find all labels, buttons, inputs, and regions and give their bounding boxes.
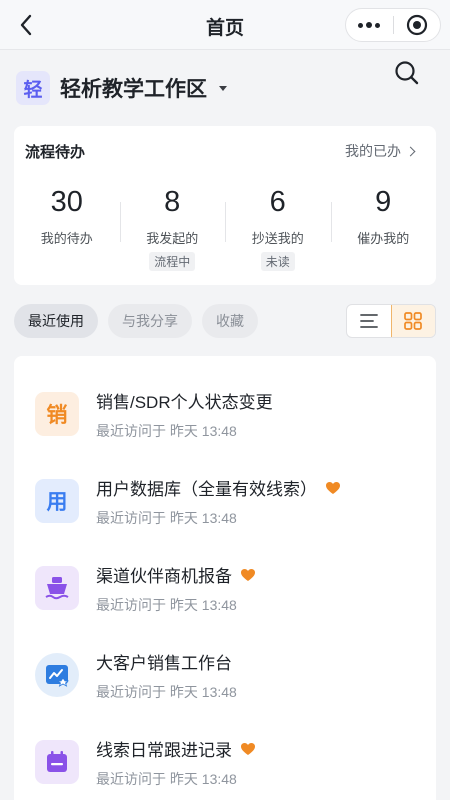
workspace-name: 轻析教学工作区	[60, 78, 207, 101]
app-last-visited: 最近访问于 昨天 13:48	[96, 597, 237, 613]
card-title: 流程待办	[25, 144, 86, 161]
app-title: 线索日常跟进记录	[96, 736, 256, 761]
stat-tag: 未读	[260, 252, 295, 271]
more-dots-icon	[358, 22, 381, 28]
my-done-label: 我的已办	[345, 143, 401, 159]
list-view-icon	[359, 314, 378, 328]
app-title-text: 渠道伙伴商机报备	[96, 567, 232, 586]
app-last-visited: 最近访问于 昨天 13:48	[96, 510, 237, 526]
app-last-visited: 最近访问于 昨天 13:48	[96, 684, 237, 700]
app-title-text: 线索日常跟进记录	[96, 741, 232, 760]
tab-favorites[interactable]: 收藏	[202, 304, 258, 338]
chevron-left-icon	[20, 14, 32, 36]
users-icon: 用	[35, 479, 79, 523]
caret-down-icon	[219, 85, 227, 91]
stat-label: 抄送我的	[251, 231, 304, 246]
list-view-button[interactable]	[347, 305, 391, 337]
app-last-visited: 最近访问于 昨天 13:48	[96, 771, 237, 787]
list-item[interactable]: 销 销售/SDR个人状态变更 最近访问于 昨天 13:48	[14, 392, 436, 479]
sales-icon: 销	[35, 392, 79, 436]
app-title: 销售/SDR个人状态变更	[96, 388, 273, 413]
ship-icon	[35, 566, 79, 610]
search-icon	[395, 61, 419, 85]
favorite-heart-icon	[325, 481, 341, 495]
stat-label: 催办我的	[357, 231, 410, 246]
back-button[interactable]	[10, 9, 42, 41]
favorite-heart-icon	[240, 568, 256, 582]
app-title: 大客户销售工作台	[96, 649, 232, 674]
list-item[interactable]: 渠道伙伴商机报备 最近访问于 昨天 13:48	[14, 566, 436, 653]
close-button[interactable]	[394, 9, 441, 41]
list-item[interactable]: 大客户销售工作台 最近访问于 昨天 13:48	[14, 653, 436, 740]
list-item[interactable]: 用 用户数据库（全量有效线索） 最近访问于 昨天 13:48	[14, 479, 436, 566]
grid-view-icon	[404, 312, 423, 330]
mini-program-capsule	[345, 8, 441, 42]
navigation-bar: 首页	[0, 0, 450, 50]
search-button[interactable]	[392, 58, 422, 88]
workspace-switcher[interactable]: 轻 轻析教学工作区	[16, 66, 227, 110]
stat-urged[interactable]: 9 催办我的	[330, 184, 437, 271]
todo-stats: 30 我的待办 8 我发起的 流程中 6 抄送我的 未读 9 催办我的	[14, 184, 436, 271]
app-title: 渠道伙伴商机报备	[96, 562, 256, 587]
dashboard-chart-icon	[35, 653, 79, 697]
more-button[interactable]	[346, 9, 393, 41]
app-title-text: 销售/SDR个人状态变更	[96, 393, 273, 412]
stat-tag: 流程中	[149, 252, 196, 271]
app-title-text: 用户数据库（全量有效线索）	[96, 480, 317, 499]
record-circle-icon	[406, 14, 427, 36]
list-item[interactable]: 线索日常跟进记录 最近访问于 昨天 13:48	[14, 740, 436, 800]
workspace-logo: 轻	[16, 71, 50, 105]
recent-apps-list: 销 销售/SDR个人状态变更 最近访问于 昨天 13:48 用 用户数据库（全量…	[14, 356, 436, 800]
favorite-heart-icon	[240, 742, 256, 756]
stat-initiated[interactable]: 8 我发起的 流程中	[119, 184, 226, 271]
stat-value: 9	[375, 186, 392, 218]
process-todo-card: 流程待办 我的已办 30 我的待办 8 我发起的 流程中 6 抄送我的 未读 9…	[14, 126, 436, 285]
stat-label: 我的待办	[40, 231, 93, 246]
stat-value: 8	[164, 186, 181, 218]
app-title-text: 大客户销售工作台	[96, 654, 232, 673]
view-toggle	[346, 304, 436, 338]
tab-shared[interactable]: 与我分享	[108, 304, 192, 338]
stat-my-todo[interactable]: 30 我的待办	[14, 184, 120, 271]
my-done-link[interactable]: 我的已办	[345, 141, 416, 161]
app-title: 用户数据库（全量有效线索）	[96, 475, 341, 500]
filter-tabs: 最近使用 与我分享 收藏	[14, 304, 258, 338]
stat-label: 我发起的	[146, 231, 199, 246]
stat-value: 30	[50, 186, 83, 218]
app-last-visited: 最近访问于 昨天 13:48	[96, 423, 237, 439]
stat-cc[interactable]: 6 抄送我的 未读	[225, 184, 331, 271]
stat-value: 6	[269, 186, 286, 218]
grid-view-button[interactable]	[390, 305, 435, 337]
tab-recent[interactable]: 最近使用	[14, 304, 98, 338]
calendar-icon	[35, 740, 79, 784]
chevron-right-icon	[405, 146, 416, 156]
